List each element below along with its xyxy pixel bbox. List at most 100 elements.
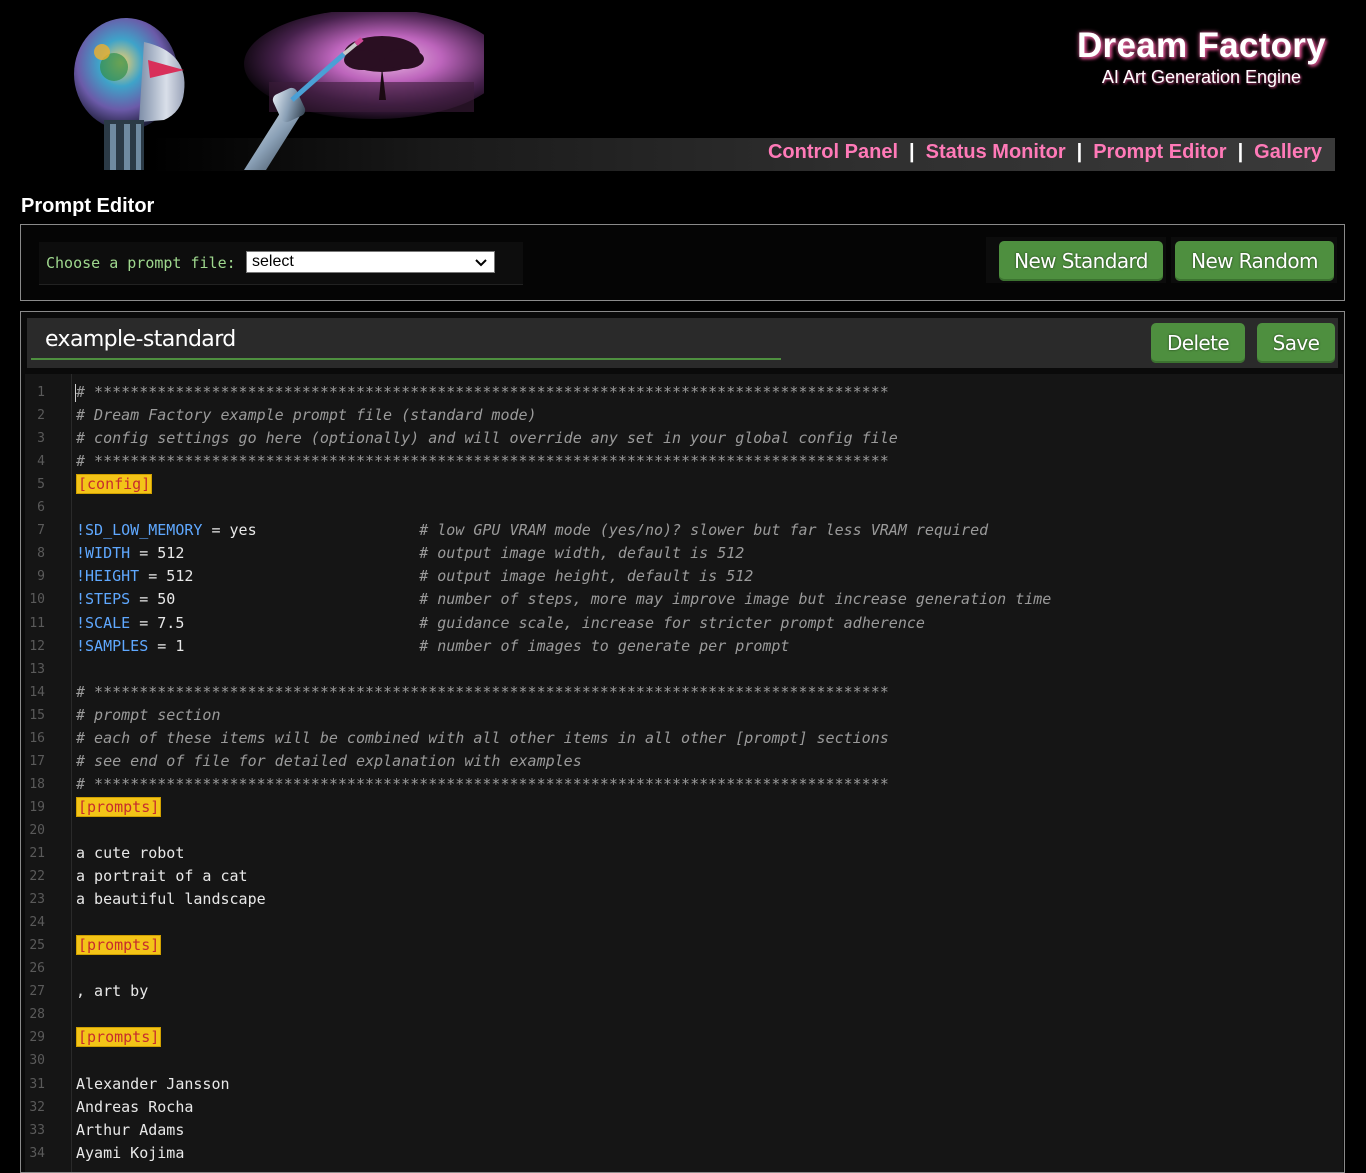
setting-comment: # guidance scale, increase for stricter …: [419, 613, 925, 632]
nav-link-prompt-editor[interactable]: Prompt Editor: [1093, 141, 1226, 164]
robot-painting-illustration: [74, 12, 484, 170]
code-line: 5 [config]: [25, 474, 1343, 497]
code-line: 31 Alexander Jansson: [25, 1074, 1343, 1097]
line-number: 21: [29, 846, 45, 861]
brand-title: Dream Factory: [1076, 26, 1326, 65]
code-text: # config settings go here (optionally) a…: [76, 429, 898, 447]
code-line: 19 [prompts]: [25, 796, 1343, 820]
line-number: 8: [37, 546, 45, 562]
code-text: a cute robot: [76, 844, 185, 862]
code-line: 18 # ************************************…: [25, 774, 1343, 797]
code-comment: # **************************************…: [76, 452, 889, 471]
brand-subtitle: AI Art Generation Engine: [1101, 67, 1302, 87]
line-number: 30: [29, 1053, 45, 1069]
code-line: 22 a portrait of a cat: [25, 866, 1343, 889]
nav-separator: |: [1076, 141, 1083, 163]
prompt-file-select[interactable]: select: [246, 251, 495, 273]
code-line: 16 # each of these items will be combined…: [25, 728, 1343, 751]
new-random-button[interactable]: New Random: [1175, 241, 1334, 281]
setting-comment: # number of steps, more may improve imag…: [419, 590, 1052, 609]
code-text: !WIDTH = 512 # output image width, defau…: [76, 544, 744, 562]
code-comment: # **************************************…: [76, 383, 889, 401]
line-number: 26: [29, 961, 45, 977]
code-line: 4 # *************************************…: [25, 451, 1343, 474]
code-line: 30: [25, 1050, 1343, 1073]
filename-input[interactable]: example-standard: [31, 322, 781, 360]
code-line: 14 # ************************************…: [25, 682, 1343, 705]
line-number: 24: [29, 915, 45, 931]
line-number: 27: [29, 984, 45, 1000]
new-standard-button-wrap: New Standard: [986, 237, 1166, 283]
code-comment: # prompt section: [76, 705, 221, 724]
delete-button[interactable]: Delete: [1151, 323, 1245, 363]
line-number: 13: [29, 661, 45, 677]
code-line: 20: [25, 820, 1343, 843]
code-line: 12 !SAMPLES = 1 # number of images to gen…: [25, 636, 1343, 659]
new-standard-button[interactable]: New Standard: [999, 241, 1163, 281]
code-editor[interactable]: 1 # *************************************…: [25, 374, 1343, 1172]
setting-key: !WIDTH: [76, 544, 131, 563]
line-number: 23: [29, 892, 45, 908]
line-number: 11: [29, 615, 45, 631]
code-line: 6: [25, 497, 1343, 520]
code-comment: # config settings go here (optionally) a…: [76, 429, 898, 448]
line-number: 5: [37, 477, 45, 493]
code-text: [prompts]: [76, 935, 162, 956]
code-line: 3 # config settings go here (optionally) …: [25, 428, 1343, 451]
code-text: # **************************************…: [76, 775, 889, 793]
nav-link-gallery[interactable]: Gallery: [1254, 141, 1322, 164]
line-number: 4: [37, 454, 45, 470]
code-text: Andreas Rocha: [76, 1097, 194, 1116]
main-navigation: Control Panel | Status Monitor | Prompt …: [768, 141, 1322, 164]
code-text: # **************************************…: [76, 683, 889, 701]
setting-value: = 512: [130, 544, 185, 563]
setting-value: = yes: [202, 521, 257, 540]
code-text: # each of these items will be combined w…: [76, 729, 889, 747]
code-text: !SAMPLES = 1 # number of images to gener…: [76, 637, 789, 655]
new-random-button-wrap: New Random: [1171, 237, 1337, 283]
setting-key: !SAMPLES: [76, 636, 149, 655]
code-text: Arthur Adams: [76, 1120, 185, 1139]
text-cursor: [75, 384, 76, 402]
line-number: 20: [29, 822, 45, 838]
line-number: 12: [29, 638, 45, 654]
code-line: 24: [25, 912, 1343, 935]
line-number: 33: [29, 1122, 45, 1138]
code-line: 34 Ayami Kojima: [25, 1143, 1343, 1166]
code-text: a portrait of a cat: [76, 867, 248, 886]
nav-link-control-panel[interactable]: Control Panel: [768, 141, 898, 164]
line-number: 10: [29, 592, 45, 608]
code-text: # see end of file for detailed explanati…: [76, 752, 582, 770]
code-line: 8 !WIDTH = 512 # output image width, defa…: [25, 543, 1343, 566]
nav-link-status-monitor[interactable]: Status Monitor: [926, 141, 1066, 164]
code-text: # Dream Factory example prompt file (sta…: [76, 406, 537, 424]
code-text: !HEIGHT = 512 # output image height, def…: [76, 567, 753, 585]
prompt-file-label: Choose a prompt file:: [46, 254, 236, 272]
save-button[interactable]: Save: [1257, 323, 1335, 363]
setting-comment: # low GPU VRAM mode (yes/no)? slower but…: [419, 521, 989, 540]
setting-comment: # output image width, default is 512: [419, 544, 745, 563]
setting-value: = 1: [148, 636, 185, 655]
section-header: [config]: [76, 474, 153, 495]
line-number: 15: [29, 707, 45, 723]
prompt-file-chooser-panel: Choose a prompt file: select New Standar…: [20, 224, 1345, 301]
code-text: # prompt section: [76, 706, 221, 724]
section-header: [prompts]: [76, 796, 162, 817]
code-comment: # **************************************…: [76, 774, 889, 793]
code-text: # **************************************…: [76, 452, 889, 470]
line-number: 34: [29, 1145, 45, 1161]
code-text: !STEPS = 50 # number of steps, more may …: [76, 590, 1051, 608]
nav-separator: |: [909, 141, 915, 163]
header-robot-artwork: [44, 12, 484, 170]
code-text: !SD_LOW_MEMORY = yes # low GPU VRAM mode…: [76, 521, 988, 539]
prompt-file-select-value: select: [252, 253, 294, 270]
setting-key: !STEPS: [76, 590, 131, 609]
nav-separator: |: [1237, 141, 1244, 163]
line-number: 28: [29, 1007, 45, 1023]
line-number: 29: [29, 1030, 45, 1046]
code-text: # **************************************…: [76, 383, 889, 401]
line-number: 14: [29, 684, 45, 700]
filename-value: example-standard: [45, 327, 236, 352]
code-line: 28: [25, 1004, 1343, 1027]
editor-toolbar: example-standard Delete Save: [27, 318, 1338, 368]
